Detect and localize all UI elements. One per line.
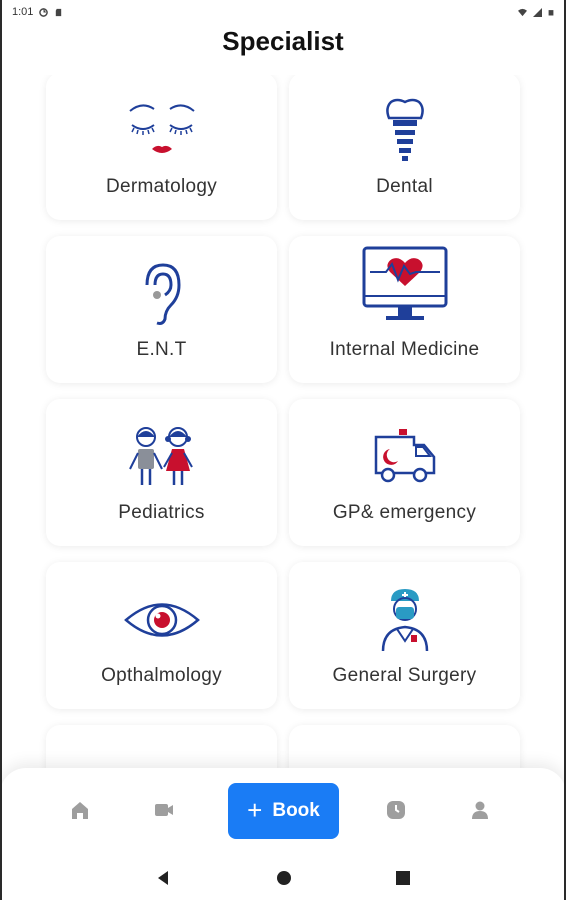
status-bar: 1:01: [0, 0, 566, 24]
surgeon-icon: [360, 584, 450, 656]
profile-icon: [472, 801, 488, 819]
home-icon: [72, 802, 88, 819]
battery-icon: [548, 9, 554, 15]
specialty-label: Dental: [376, 176, 433, 197]
specialty-card-gp-emergency[interactable]: GP& emergency: [289, 399, 520, 546]
specialty-card-opthalmology[interactable]: Opthalmology: [46, 562, 277, 709]
specialty-label: Pediatrics: [118, 502, 205, 523]
bottom-nav: + Book: [0, 768, 566, 856]
ambulance-icon: [360, 421, 450, 493]
specialist-grid: Dermatology Dental E.N.T Internal Medici…: [0, 75, 566, 785]
nav-profile[interactable]: [468, 798, 492, 822]
specialty-label: Dermatology: [105, 176, 217, 197]
specialty-label: E.N.T: [136, 339, 187, 360]
back-button[interactable]: [153, 868, 173, 888]
specialty-label: Opthalmology: [101, 665, 222, 686]
specialty-label: GP& emergency: [332, 502, 477, 523]
nav-home[interactable]: [68, 798, 92, 822]
specialty-card-ent[interactable]: E.N.T: [46, 236, 277, 383]
system-nav-bar: [0, 856, 566, 900]
sync-icon: [39, 7, 49, 17]
status-time: 1:01: [12, 6, 34, 18]
plus-icon: +: [247, 794, 263, 825]
nav-history[interactable]: [384, 798, 408, 822]
book-label: Book: [272, 800, 320, 821]
video-icon: [155, 804, 173, 816]
recents-button[interactable]: [393, 868, 413, 888]
children-icon: [117, 421, 207, 493]
back-triangle-icon: [158, 871, 168, 885]
specialty-card-general-surgery[interactable]: General Surgery: [289, 562, 520, 709]
home-circle-icon: [277, 871, 291, 885]
specialty-card-dental[interactable]: Dental: [289, 75, 520, 220]
wifi-icon: [518, 8, 527, 16]
ear-icon: [117, 258, 207, 330]
specialty-card-dermatology[interactable]: Dermatology: [46, 75, 277, 220]
specialty-label: General Surgery: [332, 665, 477, 686]
eye-icon: [117, 584, 207, 656]
specialty-label: Internal Medicine: [329, 339, 480, 360]
specialty-card-internal-medicine[interactable]: Internal Medicine: [289, 236, 520, 383]
nav-video[interactable]: [152, 798, 176, 822]
recents-square-icon: [396, 871, 410, 885]
clock-icon: [387, 801, 405, 819]
sd-card-icon: [56, 8, 62, 16]
face-icon: [117, 95, 207, 167]
tooth-implant-icon: [360, 95, 450, 167]
heart-monitor-icon: [360, 246, 450, 322]
page-title: Specialist: [222, 26, 344, 56]
book-button[interactable]: + Book: [228, 783, 339, 839]
specialty-card-pediatrics[interactable]: Pediatrics: [46, 399, 277, 546]
home-system-button[interactable]: [274, 868, 294, 888]
signal-icon: [533, 7, 542, 17]
